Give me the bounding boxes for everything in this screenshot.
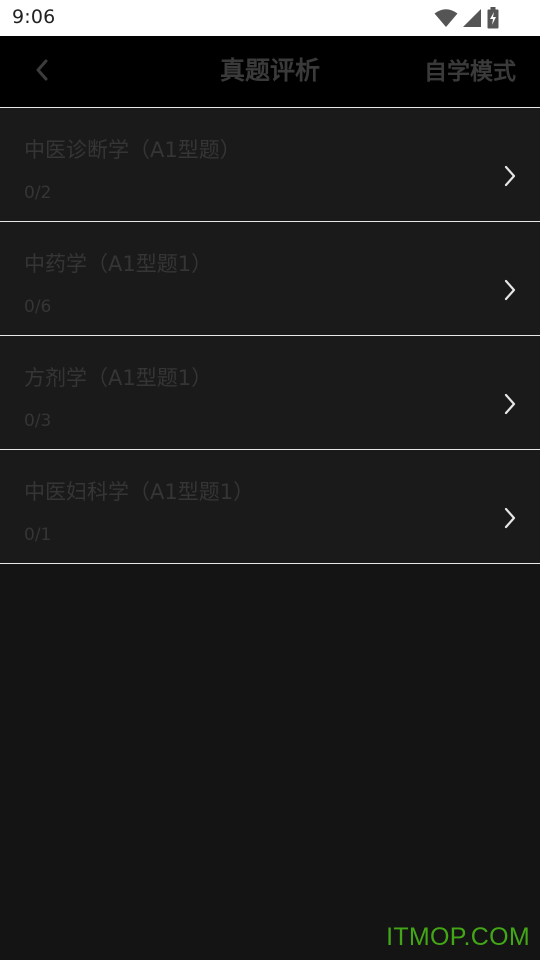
status-icons xyxy=(434,7,500,29)
item-progress: 0/6 xyxy=(24,297,52,317)
chevron-right-icon xyxy=(502,506,518,530)
status-bar: 9:06 xyxy=(0,0,540,36)
list-item[interactable]: 中医妇科学（A1型题1） 0/1 xyxy=(0,449,540,564)
list-item[interactable]: 中医诊断学（A1型题） 0/2 xyxy=(0,107,540,221)
self-study-mode-button[interactable]: 自学模式 xyxy=(424,36,516,107)
back-button[interactable] xyxy=(22,52,62,92)
chevron-right-icon xyxy=(502,278,518,302)
wifi-icon xyxy=(434,8,458,28)
item-progress: 0/3 xyxy=(24,411,52,431)
item-title: 方剂学（A1型题1） xyxy=(24,366,213,390)
item-title: 中医诊断学（A1型题） xyxy=(24,138,241,162)
item-title: 中药学（A1型题1） xyxy=(24,252,213,276)
list-item[interactable]: 中药学（A1型题1） 0/6 xyxy=(0,221,540,335)
item-title: 中医妇科学（A1型题1） xyxy=(24,480,255,504)
list-item[interactable]: 方剂学（A1型题1） 0/3 xyxy=(0,335,540,449)
status-time: 9:06 xyxy=(12,6,56,28)
item-progress: 0/2 xyxy=(24,183,52,203)
chevron-left-icon xyxy=(35,59,49,85)
watermark-logo: ITMOP.COM xyxy=(386,923,530,951)
chevron-right-icon xyxy=(502,392,518,416)
exam-list: 中医诊断学（A1型题） 0/2 中药学（A1型题1） 0/6 方剂学（A1型题1… xyxy=(0,107,540,564)
signal-icon xyxy=(462,8,482,28)
chevron-right-icon xyxy=(502,164,518,188)
app-bar: 真题评析 自学模式 xyxy=(0,36,540,107)
battery-charging-icon xyxy=(486,7,500,29)
item-progress: 0/1 xyxy=(24,525,52,545)
